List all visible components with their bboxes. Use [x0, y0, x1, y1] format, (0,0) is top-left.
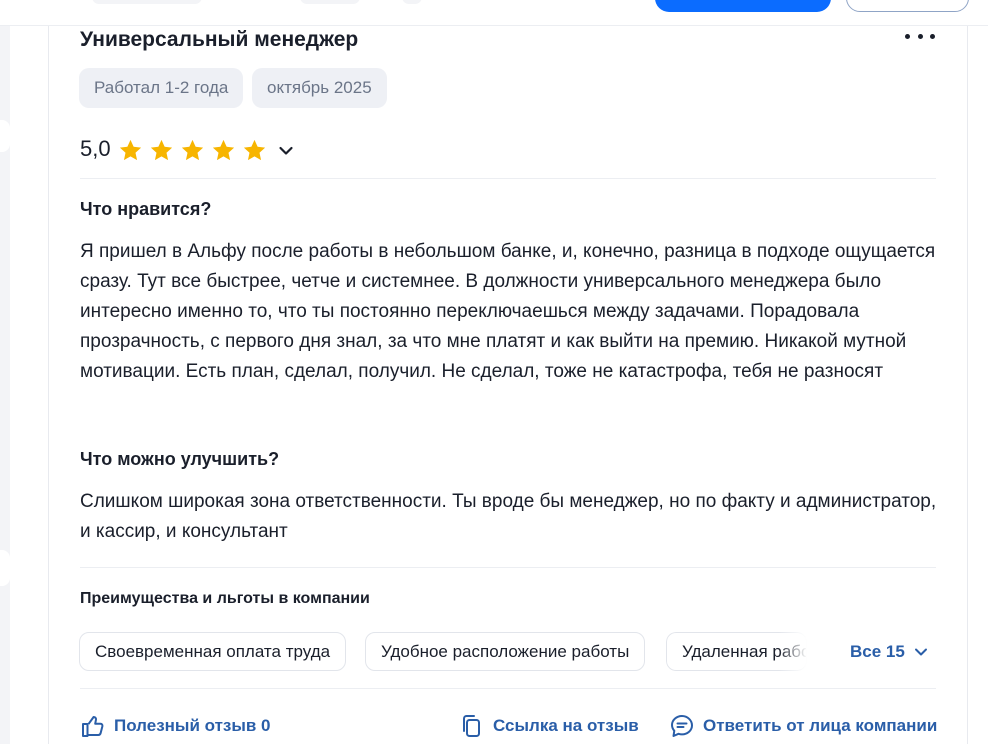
- improve-heading: Что можно улучшить?: [80, 449, 280, 469]
- star-icon: [212, 139, 235, 161]
- left-panel-edge: [0, 0, 10, 744]
- benefit-chip: Своевременная оплата труда: [79, 632, 347, 671]
- chevron-down-icon: [914, 648, 927, 656]
- more-options-icon[interactable]: [905, 26, 935, 46]
- star-icon: [181, 139, 204, 161]
- copy-link-label: Ссылка на отзыв: [493, 716, 639, 735]
- divider: [80, 688, 936, 689]
- benefit-chip: Удобное расположение работы: [365, 632, 646, 671]
- reply-label: Ответить от лица компании: [703, 716, 938, 735]
- cut-off-tab[interactable]: [300, 0, 360, 4]
- likes-text: Я пришел в Альфу после работы в небольшо…: [80, 241, 936, 382]
- cut-off-tab[interactable]: [92, 0, 202, 4]
- benefit-chip: Удаленная работа: [666, 632, 807, 671]
- copy-link-icon: [463, 715, 480, 737]
- top-bar: [0, 0, 988, 26]
- benefits-title: Преимущества и льготы в компании: [80, 590, 370, 607]
- secondary-button[interactable]: [846, 0, 969, 12]
- experience-tag: Работал 1-2 года: [79, 68, 244, 108]
- chat-bubble-icon: [671, 715, 693, 737]
- show-all-label: Все 15: [850, 642, 905, 661]
- primary-button[interactable]: [655, 0, 831, 12]
- divider: [80, 178, 936, 179]
- star-icon: [119, 139, 142, 161]
- panel-gap: [0, 120, 10, 152]
- chevron-down-icon[interactable]: [276, 141, 296, 161]
- star-icon: [243, 139, 266, 161]
- likes-heading: Что нравится?: [80, 199, 212, 219]
- star-icon: [150, 139, 173, 161]
- helpful-label: Полезный отзыв 0: [114, 716, 271, 735]
- copy-link-button[interactable]: Ссылка на отзыв: [459, 713, 639, 739]
- rating-stars: [118, 138, 267, 163]
- improve-text: Слишком широкая зона ответственности. Ты…: [80, 491, 937, 542]
- reply-as-company-button[interactable]: Ответить от лица компании: [669, 713, 937, 739]
- show-all-benefits-link[interactable]: Все 15: [850, 642, 929, 662]
- divider: [80, 567, 936, 568]
- thumbs-up-icon: [82, 716, 104, 737]
- panel-gap: [0, 550, 10, 586]
- rating-value: 5,0: [80, 136, 111, 161]
- review-job-title: Универсальный менеджер: [80, 28, 359, 51]
- cut-off-tab[interactable]: [402, 0, 422, 4]
- date-tag: октябрь 2025: [252, 68, 387, 108]
- helpful-review-button[interactable]: Полезный отзыв 0: [80, 713, 271, 739]
